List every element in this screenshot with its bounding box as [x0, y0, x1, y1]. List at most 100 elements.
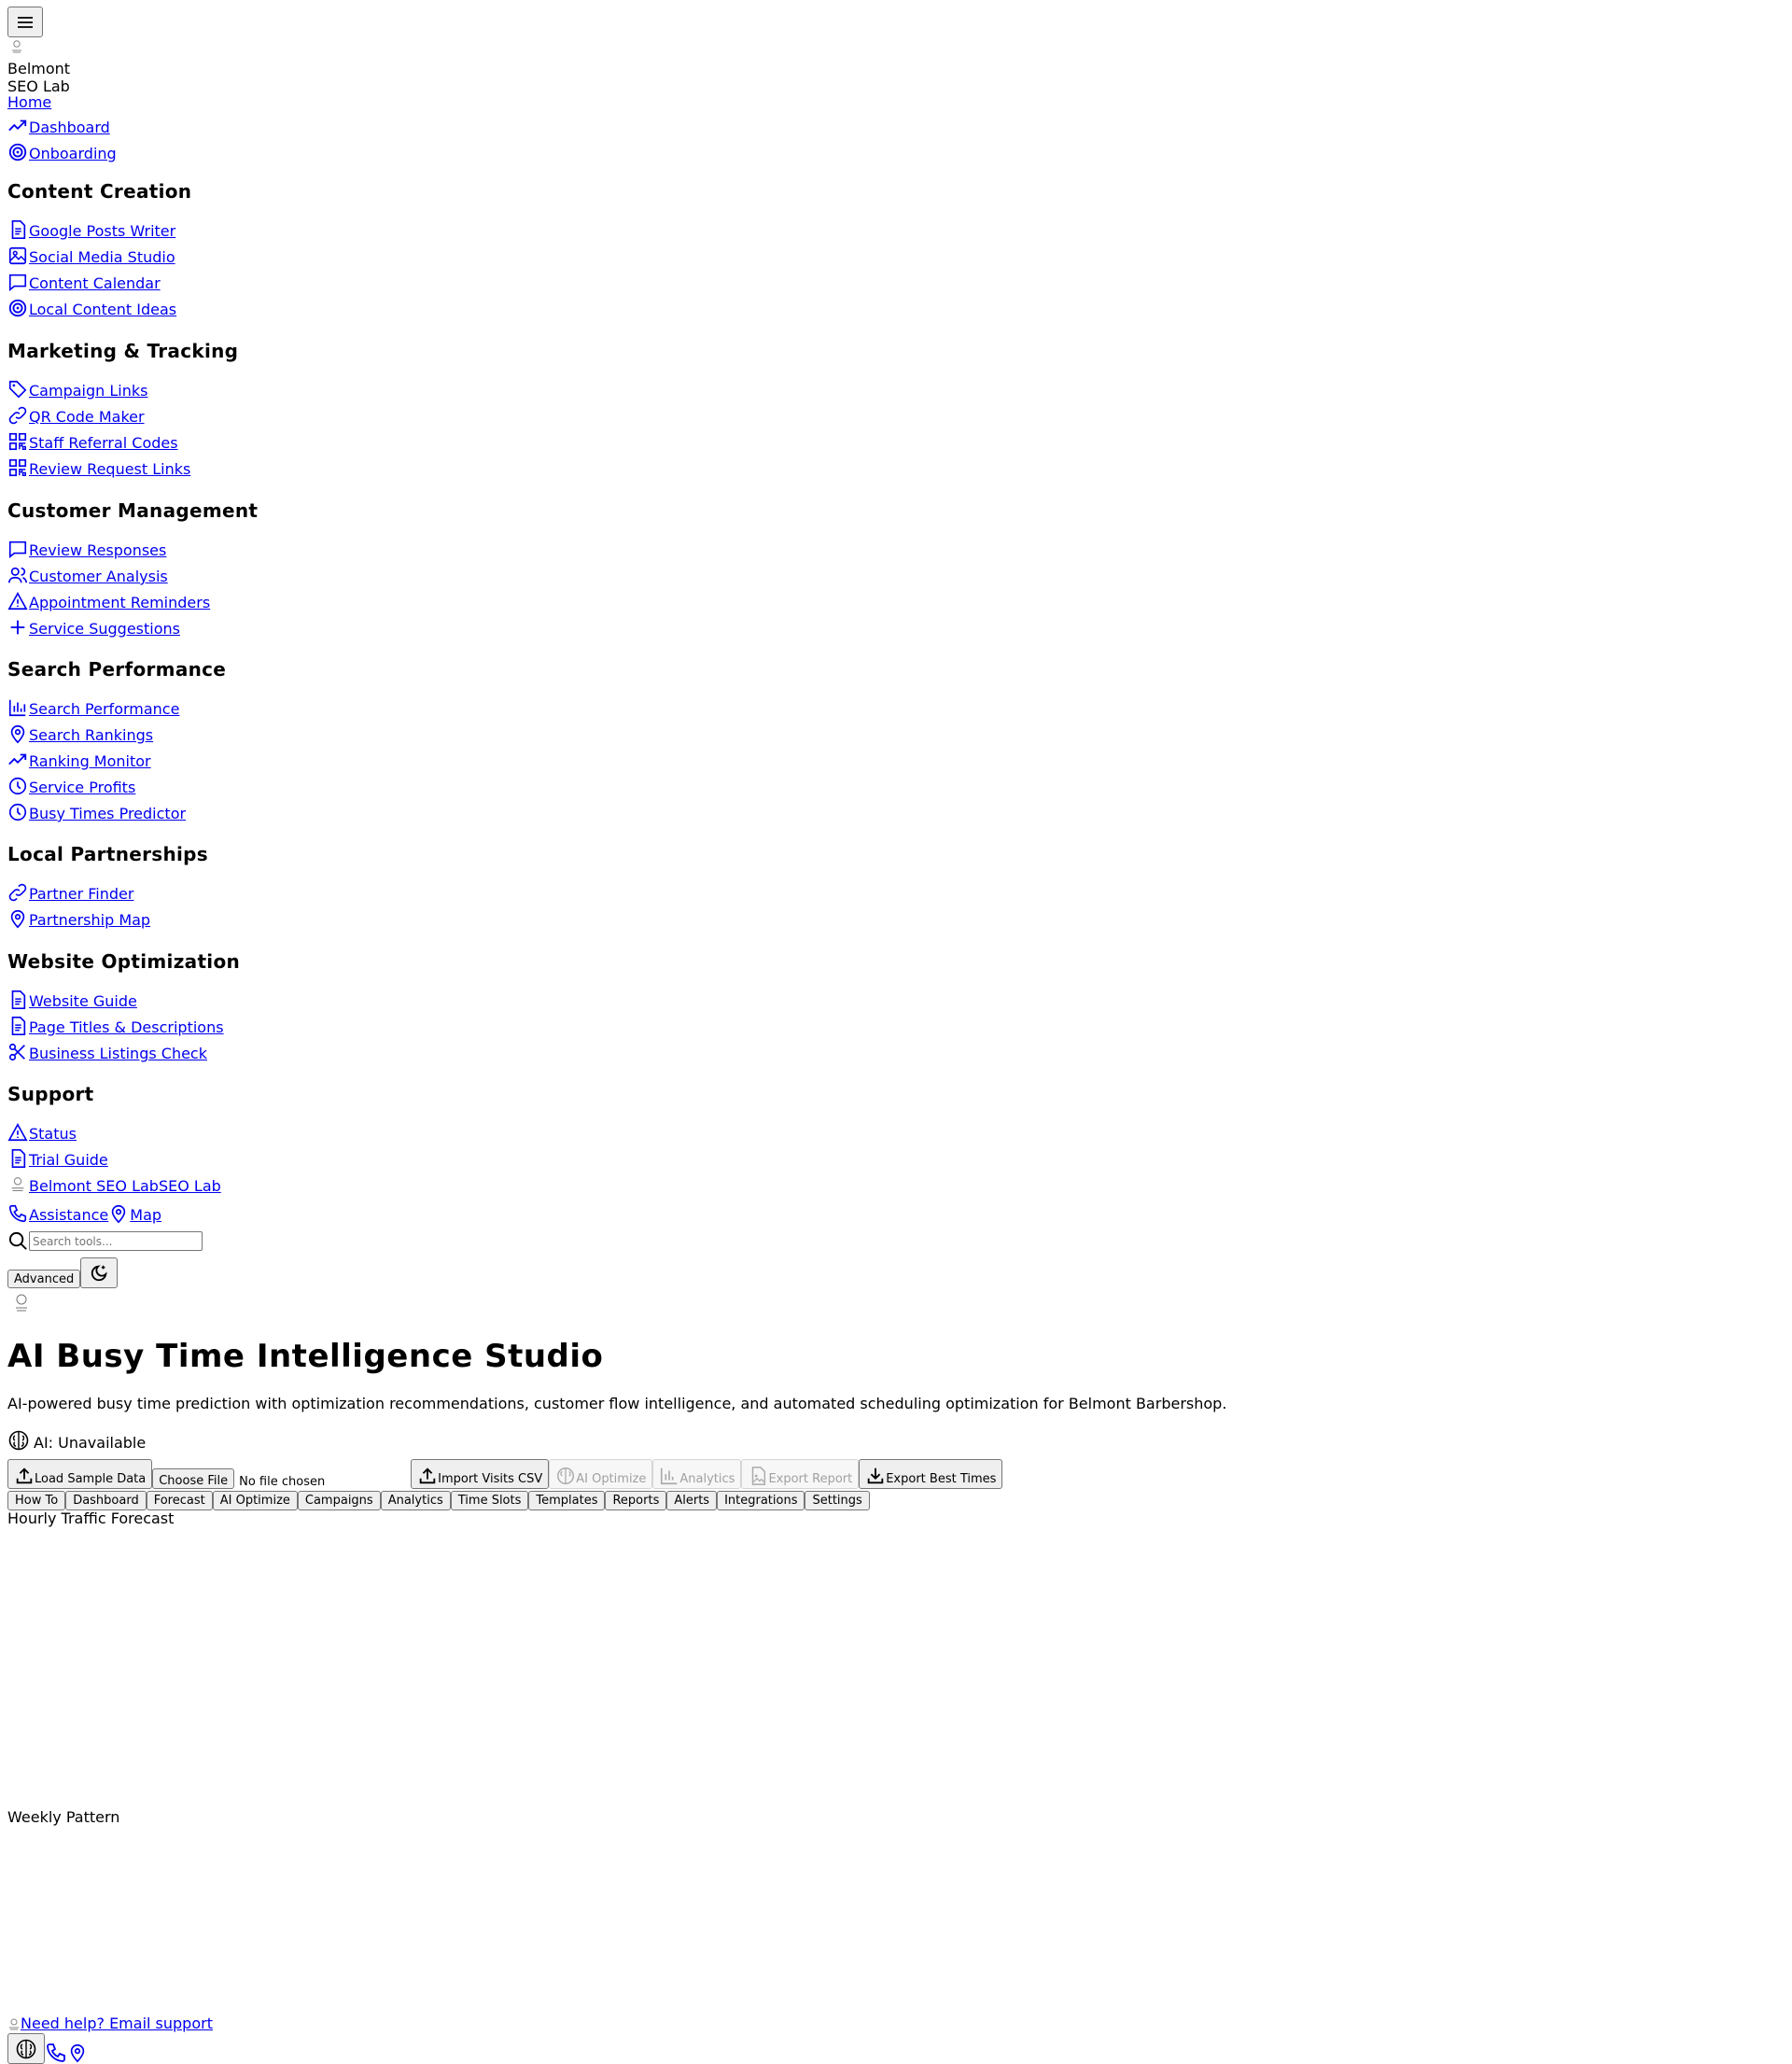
brain-icon [557, 1467, 575, 1484]
phone-icon [8, 1204, 27, 1223]
sidebar-item-partner-finder[interactable]: Partner Finder [7, 880, 133, 903]
map-link[interactable]: Map [108, 1203, 161, 1224]
tag-icon [8, 380, 27, 399]
sidebar-item-status[interactable]: Status [7, 1120, 77, 1143]
sidebar-item-campaign-links[interactable]: Campaign Links [7, 377, 147, 400]
sidebar-item-service-profits[interactable]: Service Profits [7, 774, 135, 796]
section-title-support: Support [7, 1083, 94, 1105]
export-best-times-button[interactable]: Export Best Times [859, 1459, 1003, 1489]
sidebar-item-belmont-seo-labseo-lab[interactable]: Belmont SEO LabSEO Lab [7, 1172, 221, 1195]
tool-search [7, 1230, 203, 1252]
hourly-forecast-label: Hourly Traffic Forecast [7, 1509, 175, 1527]
assistance-link[interactable]: Assistance [7, 1203, 108, 1224]
brain-icon [16, 2039, 36, 2058]
sidebar-item-social-media-studio[interactable]: Social Media Studio [7, 244, 175, 266]
menu-button[interactable] [7, 7, 43, 37]
load-sample-button[interactable]: Load Sample Data [7, 1459, 153, 1489]
sidebar-item-page-titles-and-descriptions[interactable]: Page Titles & Descriptions [7, 1014, 224, 1036]
export-report-button[interactable]: Export Report [741, 1459, 860, 1489]
tab-reports[interactable]: Reports [605, 1491, 667, 1510]
file-text-icon [11, 1149, 26, 1168]
map-pin-icon[interactable] [67, 2042, 88, 2064]
sidebar-item-label: Website Guide [29, 992, 137, 1010]
logo-icon [16, 1294, 27, 1312]
search-icon [8, 1231, 27, 1250]
sidebar-item-appointment-reminders[interactable]: Appointment Reminders [7, 589, 210, 611]
sidebar-item-search-rankings[interactable]: Search Rankings [7, 722, 153, 744]
sidebar-item-review-request-links[interactable]: Review Request Links [7, 456, 190, 478]
sidebar-item-content-calendar[interactable]: Content Calendar [7, 270, 161, 292]
help-email-link[interactable]: Need help? Email support [21, 2015, 213, 2032]
tab-ai-optimize[interactable]: AI Optimize [212, 1491, 298, 1510]
logo-icon [11, 1177, 24, 1191]
sidebar-item-service-suggestions[interactable]: Service Suggestions [7, 615, 180, 638]
link-icon [8, 406, 27, 425]
sidebar-item-label: Appointment Reminders [29, 594, 211, 611]
qr-code-icon [8, 458, 27, 477]
sidebar-item-label: Dashboard [29, 119, 110, 136]
logo-icon [12, 40, 21, 53]
sidebar-item-ranking-monitor[interactable]: Ranking Monitor [7, 748, 151, 770]
tab-settings[interactable]: Settings [805, 1491, 870, 1510]
sidebar-item-review-responses[interactable]: Review Responses [7, 537, 166, 559]
import-csv-button[interactable]: Import Visits CSV [411, 1459, 550, 1489]
sidebar-item-busy-times-predictor[interactable]: Busy Times Predictor [7, 800, 186, 822]
search-input[interactable] [29, 1231, 203, 1251]
sidebar-item-label: Busy Times Predictor [29, 805, 187, 822]
sidebar-item-dashboard[interactable]: Dashboard [7, 114, 110, 136]
sidebar-item-business-listings-check[interactable]: Business Listings Check [7, 1040, 207, 1062]
tab-forecast[interactable]: Forecast [146, 1491, 213, 1510]
export-best-times-label: Export Best Times [886, 1472, 997, 1486]
advanced-button[interactable]: Advanced [7, 1270, 81, 1288]
theme-toggle-button[interactable] [80, 1257, 119, 1288]
sidebar-item-home[interactable]: Home [7, 89, 51, 111]
sidebar-item-partnership-map[interactable]: Partnership Map [7, 906, 150, 929]
sidebar-item-label: Staff Referral Codes [29, 434, 178, 452]
tab-alerts[interactable]: Alerts [666, 1491, 718, 1510]
phone-icon[interactable] [45, 2042, 67, 2064]
tab-time-slots[interactable]: Time Slots [450, 1491, 529, 1510]
map-pin-icon [10, 909, 25, 929]
sidebar-item-google-posts-writer[interactable]: Google Posts Writer [7, 218, 175, 240]
analytics-button[interactable]: Analytics [652, 1459, 742, 1489]
sidebar-item-search-performance[interactable]: Search Performance [7, 695, 179, 718]
import-csv-label: Import Visits CSV [438, 1472, 543, 1486]
sidebar-item-customer-analysis[interactable]: Customer Analysis [7, 563, 168, 585]
weekly-pattern-label: Weekly Pattern [7, 1808, 120, 1826]
sidebar-item-qr-code-maker[interactable]: QR Code Maker [7, 403, 145, 426]
tab-how-to[interactable]: How To [7, 1491, 66, 1510]
sidebar-item-local-content-ideas[interactable]: Local Content Ideas [7, 296, 176, 318]
download-icon [867, 1467, 884, 1484]
sidebar-item-label: Service Suggestions [29, 620, 180, 638]
footer-actions [7, 2033, 88, 2064]
page-subtitle: AI-powered busy time prediction with opt… [7, 1395, 1227, 1412]
sidebar-item-label: Status [29, 1125, 77, 1143]
upload-icon [419, 1467, 436, 1484]
sidebar-item-website-guide[interactable]: Website Guide [7, 988, 137, 1010]
map-pin-icon [10, 724, 25, 744]
link-icon [8, 883, 27, 902]
sidebar-item-staff-referral-codes[interactable]: Staff Referral Codes [7, 429, 178, 452]
tab-dashboard[interactable]: Dashboard [65, 1491, 147, 1510]
tab-campaigns[interactable]: Campaigns [297, 1491, 381, 1510]
ai-assistant-button[interactable] [7, 2033, 45, 2064]
sidebar-item-label: Partnership Map [29, 911, 151, 929]
ai-optimize-button[interactable]: AI Optimize [549, 1459, 653, 1489]
help-link-row: Need help? Email support [7, 2015, 213, 2032]
sidebar-item-label: Page Titles & Descriptions [29, 1018, 224, 1036]
sidebar-item-label: Social Media Studio [29, 248, 175, 266]
brain-icon [8, 1430, 29, 1451]
choose-file-button[interactable]: Choose File [152, 1468, 235, 1489]
file-text-icon [11, 990, 26, 1009]
section-title-customer-management: Customer Management [7, 499, 259, 522]
sidebar-item-onboarding[interactable]: Onboarding [7, 140, 117, 162]
ai-optimize-label: AI Optimize [576, 1472, 647, 1486]
trending-up-icon [8, 753, 27, 765]
sidebar-item-trial-guide[interactable]: Trial Guide [7, 1146, 108, 1169]
tab-analytics[interactable]: Analytics [380, 1491, 451, 1510]
sidebar-item-label: Home [7, 93, 52, 111]
file-input[interactable]: Choose File No file chosen [152, 1467, 405, 1489]
section-title-search-performance: Search Performance [7, 658, 227, 681]
tab-integrations[interactable]: Integrations [717, 1491, 805, 1510]
tab-templates[interactable]: Templates [528, 1491, 606, 1510]
